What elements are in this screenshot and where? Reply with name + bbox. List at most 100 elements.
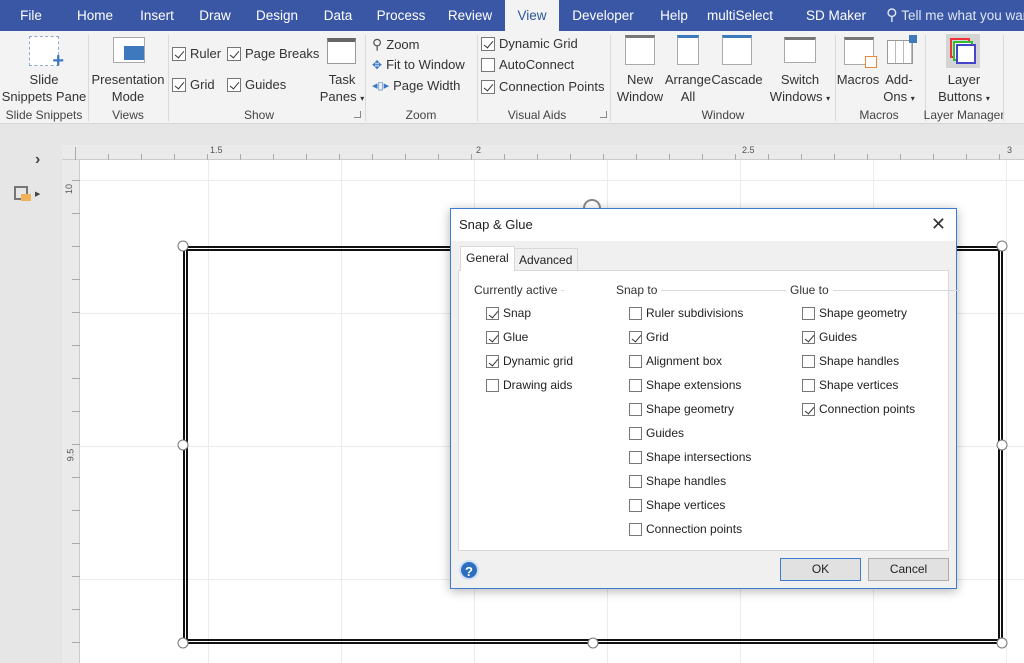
option-shape-extensions[interactable]: Shape extensions	[629, 378, 741, 392]
show-dialog-launcher-icon[interactable]	[354, 111, 361, 118]
task-panes-button[interactable]: TaskPanes ▾	[320, 71, 365, 107]
option-connection-points[interactable]: Connection points	[802, 402, 915, 416]
ruler-tick	[72, 378, 80, 379]
folder-dropdown-arrow-icon[interactable]: ▶	[35, 190, 40, 198]
visual-aids-dialog-launcher-icon[interactable]	[600, 111, 607, 118]
ruler-tick	[504, 154, 505, 160]
checkbox-icon	[802, 307, 815, 320]
close-icon[interactable]: ✕	[931, 215, 946, 233]
ruler-checkbox[interactable]: Ruler	[172, 46, 221, 61]
option-shape-intersections[interactable]: Shape intersections	[629, 450, 751, 464]
tab-process[interactable]: Process	[377, 0, 426, 31]
tab-file[interactable]: File	[20, 0, 42, 31]
option-guides[interactable]: Guides	[802, 330, 857, 344]
tab-design[interactable]: Design	[256, 0, 298, 31]
grid-line	[1006, 160, 1007, 663]
fit-window-icon: ✥	[372, 58, 382, 72]
divider	[1003, 35, 1004, 121]
option-snap[interactable]: Snap	[486, 306, 531, 320]
option-label: Snap	[503, 306, 531, 320]
tab-view[interactable]: View	[505, 0, 559, 31]
presentation-mode-button[interactable]: PresentationMode	[92, 71, 165, 105]
ruler-label: 2.5	[742, 145, 755, 155]
option-label: Ruler subdivisions	[646, 306, 743, 320]
zoom-button[interactable]: ⚲Zoom	[372, 36, 420, 53]
option-shape-geometry[interactable]: Shape geometry	[802, 306, 907, 320]
ruler-tick	[72, 312, 80, 313]
tab-help[interactable]: Help	[660, 0, 688, 31]
tab-draw[interactable]: Draw	[199, 0, 231, 31]
tab-insert[interactable]: Insert	[140, 0, 174, 31]
tab-home[interactable]: Home	[77, 0, 113, 31]
connection-points-checkbox[interactable]: Connection Points	[481, 79, 605, 94]
tab-general[interactable]: General	[460, 246, 515, 271]
selection-handle[interactable]	[178, 440, 189, 451]
layer-buttons-button[interactable]: LayerButtons ▾	[938, 71, 990, 107]
macros-button[interactable]: Macros	[837, 71, 880, 88]
tell-me-search[interactable]: ⚲ Tell me what you want to do	[886, 0, 1024, 31]
option-connection-points[interactable]: Connection points	[629, 522, 742, 536]
option-dynamic-grid[interactable]: Dynamic grid	[486, 354, 573, 368]
ok-button[interactable]: OK	[780, 558, 861, 581]
selection-handle[interactable]	[178, 241, 189, 252]
shapes-folder-icon[interactable]	[14, 186, 28, 200]
tab-multiselect[interactable]: multiSelect	[707, 0, 773, 31]
option-glue[interactable]: Glue	[486, 330, 528, 344]
column-header: Glue to	[790, 283, 960, 297]
grid-checkbox[interactable]: Grid	[172, 77, 215, 92]
autoconnect-checkbox[interactable]: AutoConnect	[481, 57, 574, 72]
option-guides[interactable]: Guides	[629, 426, 684, 440]
option-shape-vertices[interactable]: Shape vertices	[629, 498, 725, 512]
option-alignment-box[interactable]: Alignment box	[629, 354, 722, 368]
ruler-tick	[999, 154, 1000, 160]
option-label: Drawing aids	[503, 378, 572, 392]
checkbox-icon	[629, 475, 642, 488]
selection-handle[interactable]	[178, 638, 189, 649]
ruler-label: 1.5	[210, 145, 223, 155]
tab-developer[interactable]: Developer	[572, 0, 634, 31]
selection-handle[interactable]	[997, 440, 1008, 451]
switch-windows-button[interactable]: SwitchWindows ▾	[770, 71, 830, 107]
ruler-label: 2	[476, 145, 481, 155]
tab-data[interactable]: Data	[324, 0, 353, 31]
tab-advanced[interactable]: Advanced	[513, 248, 578, 271]
option-drawing-aids[interactable]: Drawing aids	[486, 378, 572, 392]
option-grid[interactable]: Grid	[629, 330, 669, 344]
checkbox-icon	[629, 451, 642, 464]
option-label: Connection points	[819, 402, 915, 416]
new-window-button[interactable]: NewWindow	[617, 71, 663, 105]
arrange-all-button[interactable]: ArrangeAll	[665, 71, 711, 105]
cascade-icon	[722, 35, 752, 65]
ruler-tick	[72, 510, 80, 511]
slide-snippets-pane-button[interactable]: SlideSnippets Pane	[2, 71, 87, 105]
tab-review[interactable]: Review	[448, 0, 492, 31]
selection-handle[interactable]	[997, 241, 1008, 252]
page-breaks-checkbox[interactable]: Page Breaks	[227, 46, 319, 61]
divider	[168, 35, 169, 121]
cascade-button[interactable]: Cascade	[711, 71, 762, 88]
option-shape-handles[interactable]: Shape handles	[629, 474, 726, 488]
cancel-button[interactable]: Cancel	[868, 558, 949, 581]
option-label: Shape vertices	[646, 498, 725, 512]
dynamic-grid-checkbox[interactable]: Dynamic Grid	[481, 36, 578, 51]
option-ruler-subdivisions[interactable]: Ruler subdivisions	[629, 306, 743, 320]
guides-checkbox[interactable]: Guides	[227, 77, 286, 92]
checkbox-icon	[227, 78, 241, 92]
help-icon[interactable]: ?	[459, 560, 479, 580]
ruler-tick	[702, 154, 703, 160]
ruler-tick	[72, 180, 80, 181]
selection-handle[interactable]	[997, 638, 1008, 649]
tab-sd-maker[interactable]: SD Maker	[806, 0, 866, 31]
selection-handle[interactable]	[588, 638, 599, 649]
option-shape-handles[interactable]: Shape handles	[802, 354, 899, 368]
add-ons-button[interactable]: Add-Ons ▾	[883, 71, 914, 107]
expand-shapes-pane-chevron-icon[interactable]: ›	[35, 151, 40, 169]
column-header: Snap to	[616, 283, 786, 297]
option-shape-vertices[interactable]: Shape vertices	[802, 378, 898, 392]
option-label: Glue	[503, 330, 528, 344]
option-shape-geometry[interactable]: Shape geometry	[629, 402, 734, 416]
ruler-tick	[207, 154, 208, 160]
page-width-button[interactable]: ◂▯▸Page Width	[372, 78, 460, 93]
checkbox-icon	[486, 331, 499, 344]
fit-to-window-button[interactable]: ✥Fit to Window	[372, 57, 465, 72]
